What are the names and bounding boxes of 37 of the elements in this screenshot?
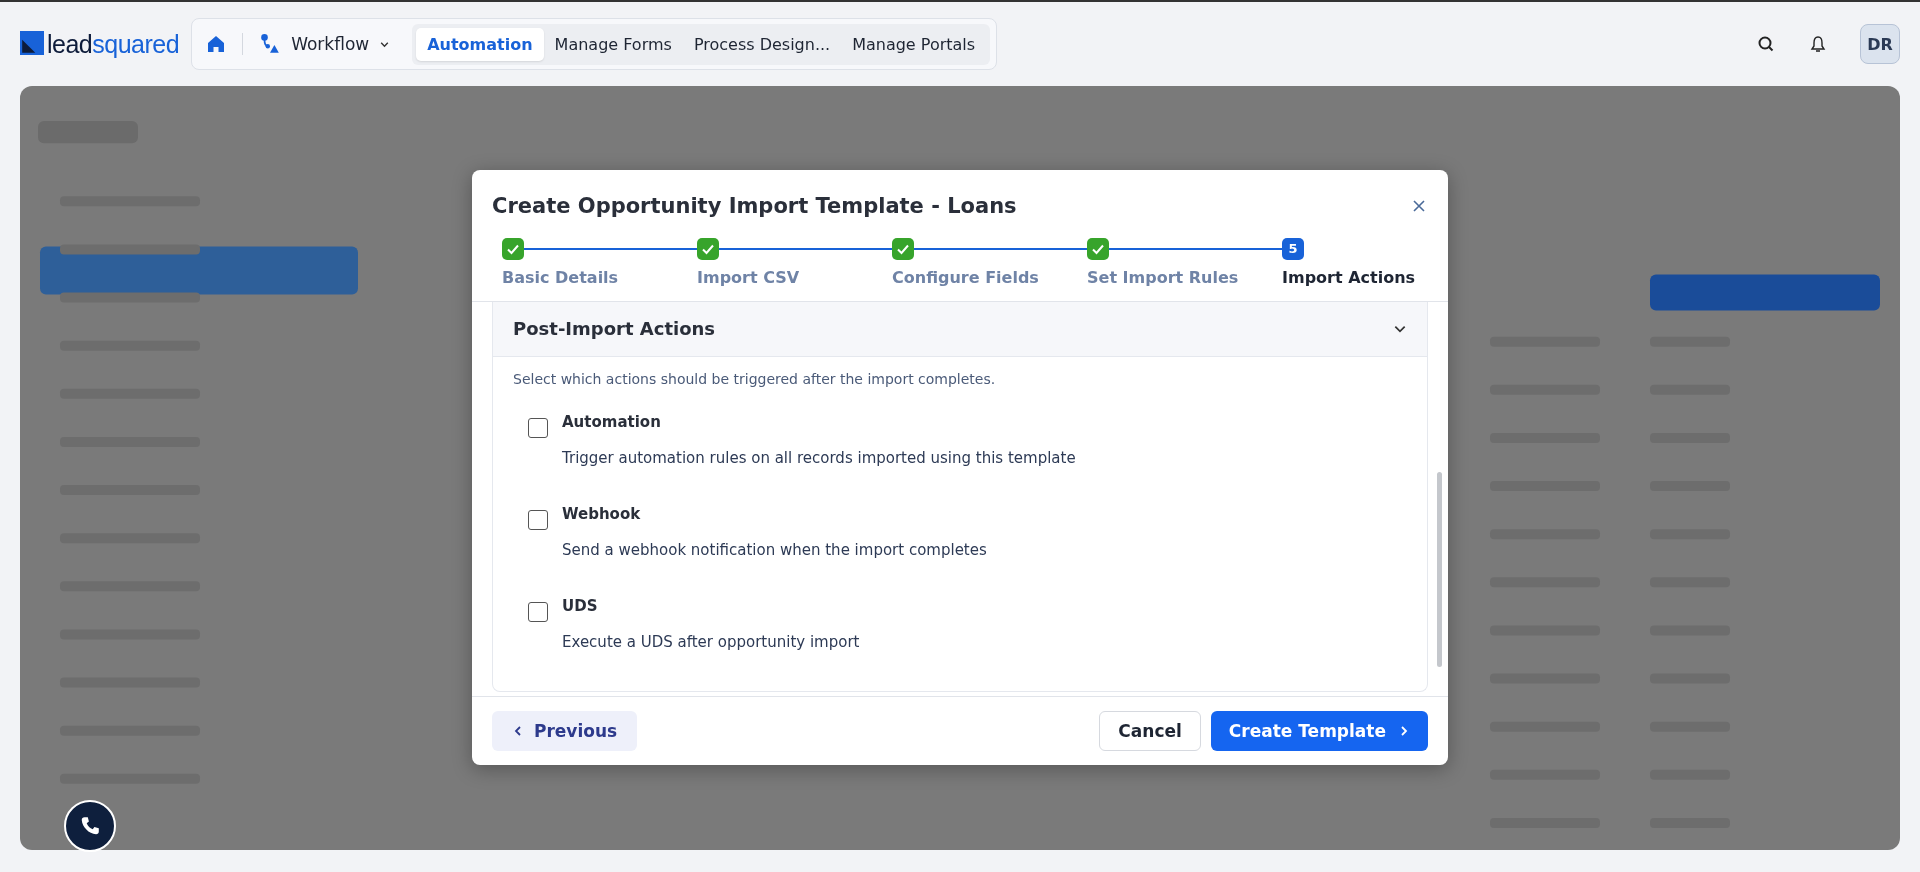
nav-tab[interactable]: Process Design... bbox=[682, 27, 842, 61]
option-title: UDS bbox=[562, 596, 599, 615]
option-description: Execute a UDS after opportunity import bbox=[562, 632, 860, 651]
chevron-left-icon bbox=[512, 724, 524, 737]
step-label[interactable]: Import CSV bbox=[697, 267, 892, 287]
nav-tab[interactable]: Automation bbox=[416, 27, 544, 61]
phone-icon bbox=[79, 815, 101, 837]
step-number: 5 bbox=[1282, 237, 1304, 260]
create-template-button[interactable]: Create Template bbox=[1210, 710, 1428, 751]
step-label[interactable]: Basic Details bbox=[502, 267, 697, 287]
section-header[interactable]: Post-Import Actions bbox=[493, 301, 1427, 357]
user-avatar[interactable]: DR bbox=[1860, 24, 1900, 64]
search-icon[interactable] bbox=[1756, 34, 1776, 54]
previous-button[interactable]: Previous bbox=[492, 710, 638, 751]
nav-tab[interactable]: Manage Forms bbox=[543, 27, 683, 61]
workflow-dropdown[interactable]: Workflow bbox=[259, 33, 405, 55]
option-description: Send a webhook notification when the import completes bbox=[562, 540, 987, 559]
section-description: Select which actions should be triggered after the import completes. bbox=[513, 370, 997, 387]
checkbox[interactable] bbox=[528, 417, 548, 438]
nav-tab[interactable]: Manage Portals bbox=[841, 27, 987, 61]
checkbox[interactable] bbox=[528, 509, 548, 530]
dialog-title: Create Opportunity Import Template - Loans bbox=[492, 193, 1017, 218]
cancel-button[interactable]: Cancel bbox=[1099, 710, 1201, 751]
close-icon[interactable] bbox=[1412, 198, 1426, 213]
workflow-icon bbox=[259, 33, 282, 55]
scrollbar-thumb[interactable] bbox=[1437, 471, 1442, 667]
option-title: Webhook bbox=[562, 504, 642, 523]
option-title: Automation bbox=[562, 412, 662, 431]
home-icon[interactable] bbox=[206, 34, 227, 54]
bell-icon[interactable] bbox=[1808, 34, 1828, 54]
step-label[interactable]: Configure Fields bbox=[892, 267, 1087, 287]
step-label[interactable]: Set Import Rules bbox=[1087, 267, 1282, 287]
logo: leadsquared bbox=[20, 29, 180, 59]
checkbox[interactable] bbox=[528, 601, 548, 622]
section-title: Post-Import Actions bbox=[513, 318, 716, 339]
chevron-right-icon bbox=[1398, 724, 1410, 737]
option-description: Trigger automation rules on all records imported using this template bbox=[562, 448, 1076, 467]
